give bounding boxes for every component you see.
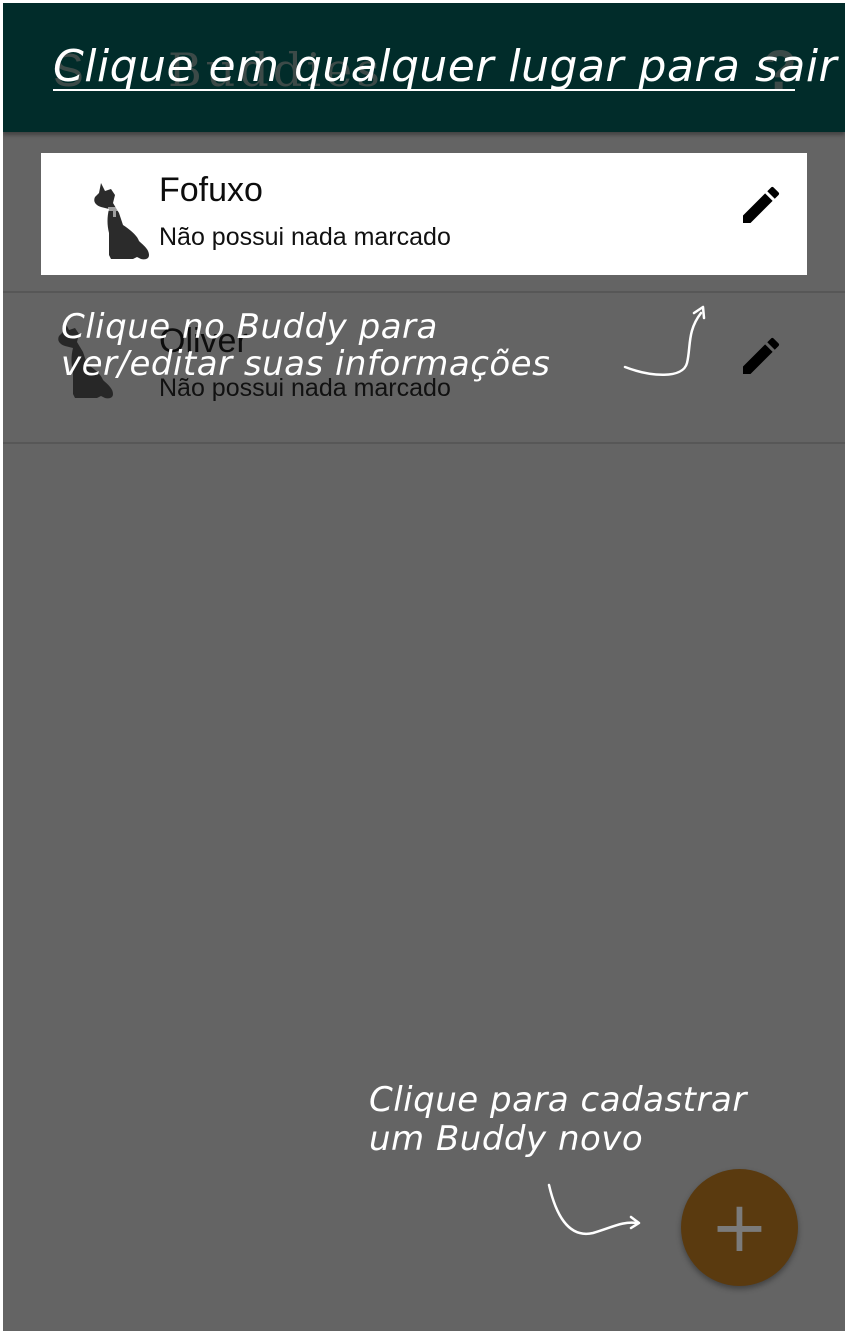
pencil-icon[interactable] <box>737 332 785 380</box>
app-bar: S Buddies ? Clique em qualquer lugar par… <box>3 3 845 132</box>
tutorial-add-hint: Clique para cadastrar um Buddy novo <box>369 1081 747 1159</box>
buddy-status: Não possui nada marcado <box>159 223 451 251</box>
tutorial-add-hint-line: Clique para cadastrar <box>369 1080 747 1120</box>
curved-arrow-icon <box>547 1183 641 1236</box>
tutorial-add-hint-line: um Buddy novo <box>369 1119 644 1159</box>
add-buddy-button[interactable]: + <box>681 1169 798 1286</box>
tutorial-list-hint: Clique no Buddy para ver/editar suas inf… <box>61 309 550 383</box>
highlight-card: Fofuxo Não possui nada marcado <box>41 153 807 275</box>
pencil-icon[interactable] <box>737 181 785 229</box>
buddy-list-item[interactable]: Fofuxo Não possui nada marcado <box>3 141 845 293</box>
tutorial-exit-hint[interactable]: Clique em qualquer lugar para sair <box>53 41 837 92</box>
tutorial-exit-underline <box>53 89 795 91</box>
plus-icon: + <box>710 1186 769 1268</box>
buddy-name: Fofuxo <box>159 171 263 209</box>
app-screen: S Buddies ? Clique em qualquer lugar par… <box>3 3 845 1331</box>
tutorial-list-hint-line: ver/editar suas informações <box>61 344 551 384</box>
tutorial-list-hint-line: Clique no Buddy para <box>61 307 438 347</box>
curved-arrow-icon <box>623 305 706 376</box>
dog-icon <box>94 183 149 260</box>
